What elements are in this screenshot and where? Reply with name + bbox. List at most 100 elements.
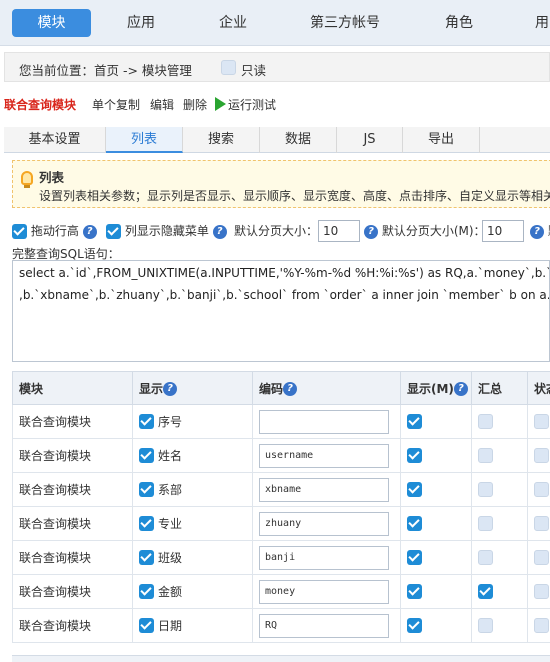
show-checkbox[interactable] [139,516,154,531]
code-input[interactable]: zhuany [259,511,389,536]
row-state-cell [527,472,550,507]
row-label: 班级 [158,551,183,565]
code-input[interactable]: banji [259,545,389,570]
nav-item-app[interactable]: 应用 [108,9,174,37]
tab-search[interactable]: 搜索 [183,127,260,153]
help-circle-icon[interactable]: ? [82,224,97,239]
nav-item-user[interactable]: 用 [530,9,550,37]
row-code-cell [252,404,401,439]
header-show: 显示? [132,371,253,405]
show-checkbox[interactable] [139,618,154,633]
summary-checkbox[interactable] [478,516,493,531]
code-input[interactable]: username [259,443,389,468]
tab-export[interactable]: 导出 [403,127,480,153]
row-state-cell [527,608,550,643]
row-show-cell: 专业 [132,506,253,541]
summary-checkbox[interactable] [478,414,493,429]
copy-button[interactable]: 单个复制 [92,96,140,113]
state-checkbox[interactable] [534,414,549,429]
show-checkbox[interactable] [139,584,154,599]
table-header-row: 模块 显示? 编码? 显示(M)? 汇总 状态 [12,371,550,405]
nav-item-module[interactable]: 模块 [12,9,91,37]
row-label: 专业 [158,517,183,531]
row-code-cell: xbname [252,472,401,507]
header-show-label: 显示 [139,381,164,396]
code-input[interactable] [259,409,389,434]
show-checkbox[interactable] [139,414,154,429]
show-checkbox[interactable] [139,448,154,463]
table-row: 联合查询模块 日期 RQ [12,608,550,643]
row-module: 联合查询模块 [12,540,133,575]
nav-item-third-party[interactable]: 第三方帐号 [295,9,395,37]
row-state-cell [527,404,550,439]
header-show-m: 显示(M)? [400,371,472,405]
run-test-label: 运行测试 [228,98,277,112]
edit-button[interactable]: 编辑 [150,96,174,113]
breadcrumb-text: 您当前位置：首页 -> 模块管理 [19,63,192,78]
sql-line-1: select a.`id`,FROM_UNIXTIME(a.INPUTTIME,… [19,266,550,280]
code-input[interactable]: RQ [259,613,389,638]
table-row: 联合查询模块 班级 banji [12,540,550,575]
page-size-label: 默认分页大小： [234,224,319,238]
row-show-m-cell [400,608,472,643]
tab-js[interactable]: JS [337,127,403,153]
row-summary-cell [471,574,528,609]
row-state-cell [527,438,550,473]
hide-menu-label: 列显示隐藏菜单 [124,224,209,238]
show-m-checkbox[interactable] [407,516,422,531]
help-circle-icon[interactable]: ? [364,224,378,239]
code-input[interactable]: money [259,579,389,604]
state-checkbox[interactable] [534,516,549,531]
checkbox-icon[interactable] [12,224,27,239]
readonly-checkbox[interactable] [221,60,236,75]
state-checkbox[interactable] [534,482,549,497]
summary-checkbox[interactable] [478,584,493,599]
run-test-button[interactable]: 运行测试 [215,96,276,113]
module-title: 联合查询模块 [4,98,77,112]
help-circle-icon[interactable]: ? [530,224,544,239]
sql-textarea[interactable]: select a.`id`,FROM_UNIXTIME(a.INPUTTIME,… [12,260,550,362]
row-summary-cell [471,608,528,643]
checkbox-icon[interactable] [106,224,121,239]
page-size-m-option: ? 默认分页大小(M)： [364,222,486,239]
show-m-checkbox[interactable] [407,584,422,599]
row-code-cell: zhuany [252,506,401,541]
page-size-m-input[interactable]: 10 [482,220,524,242]
tab-basic[interactable]: 基本设置 [4,127,106,153]
sql-line-2: ,b.`xbname`,b.`zhuany`,b.`banji`,b.`scho… [19,288,550,302]
summary-checkbox[interactable] [478,482,493,497]
code-input[interactable]: xbname [259,477,389,502]
show-m-checkbox[interactable] [407,550,422,565]
summary-checkbox[interactable] [478,550,493,565]
table-row: 联合查询模块 金额 money [12,574,550,609]
state-checkbox[interactable] [534,550,549,565]
help-circle-icon[interactable]: ? [212,224,227,239]
page-size-input[interactable]: 10 [318,220,360,242]
drag-row-height-option[interactable]: 拖动行高 ? [12,222,97,239]
hide-menu-option[interactable]: 列显示隐藏菜单 ? [106,222,227,239]
state-checkbox[interactable] [534,584,549,599]
row-code-cell: money [252,574,401,609]
show-checkbox[interactable] [139,550,154,565]
summary-checkbox[interactable] [478,448,493,463]
row-module: 联合查询模块 [12,506,133,541]
help-circle-icon[interactable]: ? [453,382,468,396]
show-m-checkbox[interactable] [407,482,422,497]
help-circle-icon[interactable]: ? [163,382,178,396]
tab-list[interactable]: 列表 [106,127,183,153]
tip-title: 列表 [39,170,65,185]
delete-button[interactable]: 删除 [183,96,207,113]
summary-checkbox[interactable] [478,618,493,633]
breadcrumb: 您当前位置：首页 -> 模块管理 只读 [4,52,550,82]
tab-data[interactable]: 数据 [260,127,337,153]
drag-row-height-label: 拖动行高 [30,224,79,238]
show-m-checkbox[interactable] [407,414,422,429]
state-checkbox[interactable] [534,618,549,633]
help-circle-icon[interactable]: ? [283,382,298,396]
show-checkbox[interactable] [139,482,154,497]
nav-item-role[interactable]: 角色 [426,9,492,37]
nav-item-company[interactable]: 企业 [200,9,266,37]
show-m-checkbox[interactable] [407,448,422,463]
show-m-checkbox[interactable] [407,618,422,633]
state-checkbox[interactable] [534,448,549,463]
